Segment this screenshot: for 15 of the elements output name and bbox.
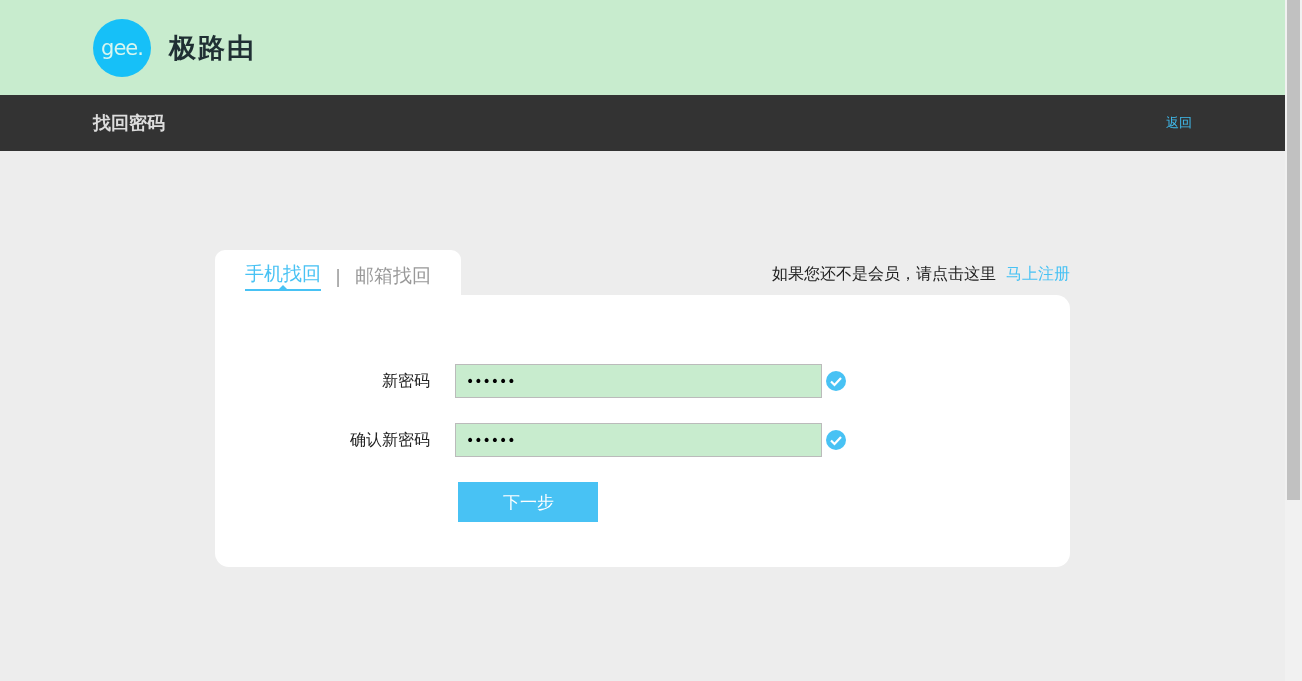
register-link[interactable]: 马上注册 — [1006, 264, 1070, 285]
back-link[interactable]: 返回 — [1166, 114, 1192, 132]
brand-name: 极路由 — [169, 30, 256, 65]
scrollbar[interactable] — [1285, 0, 1302, 681]
password-field[interactable]: •••••• — [455, 423, 822, 457]
tab[interactable]: 手机找回 — [245, 261, 321, 291]
tab-separator: | — [335, 266, 342, 287]
logo-icon: gee. — [93, 18, 151, 77]
register-prompt: 如果您还不是会员，请点击这里 — [772, 264, 996, 285]
page-title: 找回密码 — [93, 111, 165, 135]
next-button[interactable]: 下一步 — [458, 482, 598, 522]
password-field[interactable]: •••••• — [455, 364, 822, 398]
field-label: 确认新密码 — [349, 429, 431, 451]
tab[interactable]: 邮箱找回 — [355, 263, 432, 291]
field-label: 新密码 — [381, 370, 431, 392]
